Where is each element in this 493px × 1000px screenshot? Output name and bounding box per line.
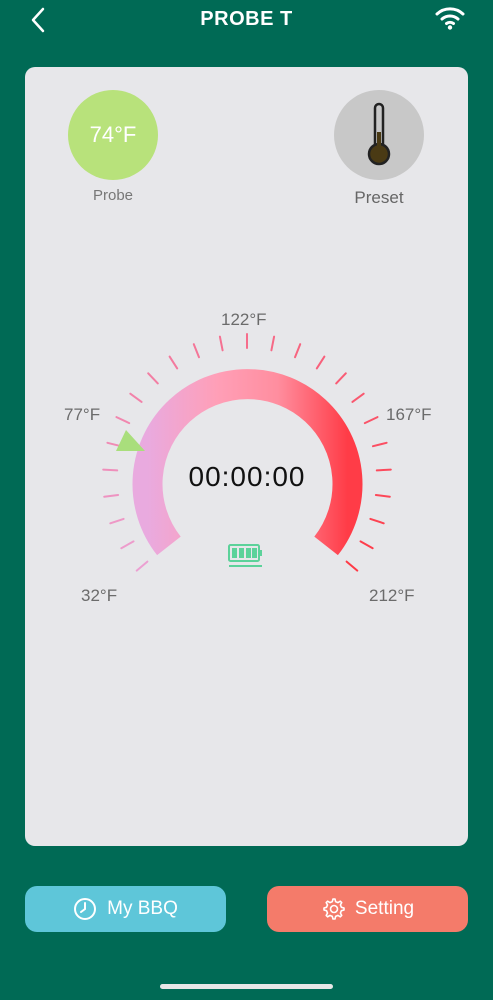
setting-label: Setting bbox=[354, 898, 415, 919]
gauge-tick bbox=[102, 468, 119, 472]
gauge-tick bbox=[270, 335, 276, 352]
gauge-tick bbox=[294, 343, 302, 359]
gauge-tick bbox=[120, 540, 135, 550]
gauge-tick bbox=[359, 540, 374, 550]
gauge-tick bbox=[315, 355, 326, 370]
gauge-tick bbox=[168, 355, 179, 370]
gear-icon bbox=[323, 898, 345, 920]
gauge-tick bbox=[109, 517, 125, 525]
gauge-label-lower-left: 32°F bbox=[81, 586, 118, 605]
gauge-tick bbox=[351, 392, 365, 403]
gauge-tick bbox=[218, 335, 224, 352]
gauge-tick bbox=[129, 392, 143, 403]
gauge-tick bbox=[374, 494, 391, 498]
setting-button[interactable]: Setting bbox=[267, 886, 468, 932]
clock-icon bbox=[74, 898, 97, 920]
gauge-tick bbox=[115, 416, 131, 425]
gauge-label-upper-left: 77°F bbox=[64, 405, 101, 424]
my-bbq-button[interactable]: My BBQ bbox=[25, 886, 226, 932]
gauge-tick bbox=[369, 517, 385, 525]
gauge-tick bbox=[363, 416, 379, 425]
gauge-tick bbox=[135, 560, 149, 572]
battery-icon bbox=[228, 544, 262, 567]
gauge-tick bbox=[335, 372, 347, 385]
temperature-gauge bbox=[102, 333, 392, 572]
my-bbq-label: My BBQ bbox=[107, 898, 178, 919]
gauge-label-upper-right: 167°F bbox=[386, 405, 432, 424]
gauge-tick bbox=[372, 441, 388, 448]
gauge-label-top: 122°F bbox=[221, 310, 267, 329]
gauge-tick bbox=[147, 372, 159, 385]
timer-display: 00:00:00 bbox=[188, 461, 306, 492]
probe-pointer-icon bbox=[116, 430, 145, 451]
gauge-tick bbox=[192, 343, 200, 359]
gauge-tick bbox=[345, 560, 359, 572]
gauge-tick bbox=[375, 468, 392, 472]
home-indicator bbox=[160, 984, 333, 989]
gauge-tick bbox=[103, 494, 120, 498]
gauge-label-lower-right: 212°F bbox=[369, 586, 415, 605]
